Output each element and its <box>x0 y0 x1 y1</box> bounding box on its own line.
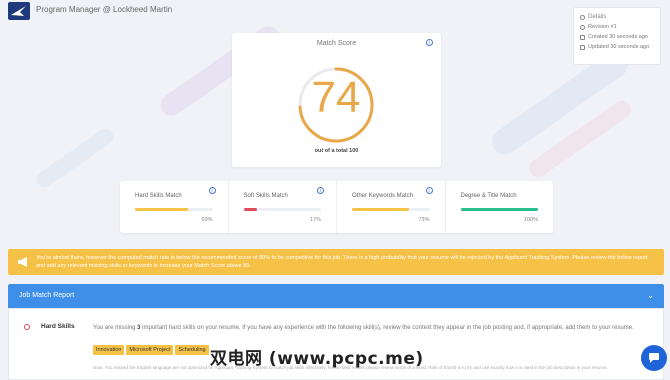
progress-fill <box>352 208 409 211</box>
details-heading: Details <box>580 14 654 20</box>
alert-text: You're almost there, however the compute… <box>36 255 648 269</box>
details-revision: Revision #1 <box>580 24 654 30</box>
hard-skills-title: Hard Skills <box>41 323 75 330</box>
hard-skills-description: You are missing 3 important hard skills … <box>93 325 634 331</box>
info-icon[interactable]: i <box>208 187 216 194</box>
progress-bar <box>243 208 321 211</box>
chat-button[interactable] <box>641 345 667 371</box>
progress-bar <box>135 208 213 211</box>
metric-other-keywords: Other Keywords Match i 73% <box>336 181 445 233</box>
progress-fill <box>460 208 538 211</box>
metric-degree-title: Degree & Title Match 100% <box>444 181 554 233</box>
info-icon <box>580 14 585 20</box>
info-icon[interactable]: i <box>317 187 324 194</box>
folder-icon <box>580 34 585 40</box>
metric-soft-skills: Soft Skills Match i 17% <box>227 181 337 233</box>
job-match-report-header[interactable]: Job Match Report ⌄ <box>8 284 664 308</box>
skill-tag: Innovation <box>93 345 125 355</box>
match-score-label: Match Score <box>316 40 357 47</box>
page-title: Program Manager @ Lockheed Martin <box>36 5 173 14</box>
match-score-total: out of a total 100 <box>314 148 359 154</box>
chat-icon <box>649 353 659 363</box>
info-icon[interactable]: i <box>425 187 433 194</box>
progress-fill <box>243 208 257 211</box>
edit-icon <box>580 44 585 50</box>
lockheed-logo-icon[interactable] <box>8 2 30 20</box>
skill-tag: Microsoft Project <box>126 345 174 355</box>
watermark: 双电网 (www.pcpc.me) <box>210 349 424 369</box>
report-title: Job Match Report <box>19 292 75 299</box>
progress-fill <box>135 208 189 211</box>
details-panel: Details Revision #1 Created 30 seconds a… <box>573 7 661 65</box>
details-updated: Updated 30 seconds ago <box>580 44 654 50</box>
background-stripe <box>33 125 117 191</box>
top-bar: Program Manager @ Lockheed Martin <box>0 0 670 22</box>
match-score-value: 74 <box>311 73 361 122</box>
skill-tag: Scheduling <box>175 345 209 355</box>
warning-alert: You're almost there, however the compute… <box>8 249 664 275</box>
match-score-card: Match Score i 74 out of a total 100 <box>232 33 441 167</box>
missing-icon <box>24 324 30 330</box>
progress-bar <box>460 208 538 211</box>
progress-bar <box>352 208 430 211</box>
missing-skill-tags: Innovation Microsoft Project Scheduling <box>93 345 209 355</box>
info-icon[interactable]: i <box>426 39 433 46</box>
history-icon <box>580 24 585 30</box>
metric-hard-skills: Hard Skills Match i 69% <box>120 181 228 233</box>
details-created: Created 30 seconds ago <box>580 34 654 40</box>
megaphone-icon <box>18 257 27 267</box>
metrics-card: Hard Skills Match i 69% Soft Skills Matc… <box>120 181 553 233</box>
chevron-down-icon[interactable]: ⌄ <box>647 291 654 300</box>
